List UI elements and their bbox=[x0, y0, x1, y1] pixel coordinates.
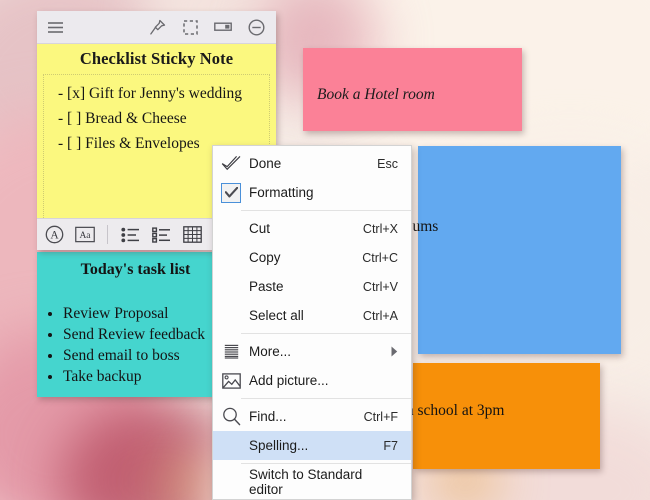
menu-item-add-picture[interactable]: Add picture... bbox=[213, 366, 411, 395]
menu-item-more[interactable]: More... bbox=[213, 337, 411, 366]
teal-task-list: Review Proposal Send Review feedback Sen… bbox=[37, 279, 234, 387]
menu-item-formatting[interactable]: Formatting bbox=[213, 178, 411, 207]
menu-item-done[interactable]: Done Esc bbox=[213, 149, 411, 178]
list-item: Send Review feedback bbox=[63, 324, 234, 345]
checkbox-list-icon[interactable] bbox=[151, 225, 171, 245]
menu-item-spelling[interactable]: Spelling... F7 bbox=[213, 431, 411, 460]
hamburger-icon[interactable] bbox=[45, 17, 65, 37]
menu-item-label: Find... bbox=[249, 409, 287, 424]
sticky-note-blue[interactable]: Stationery Greeting Card Albums Pens 30 … bbox=[298, 146, 621, 354]
menu-item-paste[interactable]: Paste Ctrl+V bbox=[213, 272, 411, 301]
menu-item-label: Paste bbox=[249, 279, 284, 294]
font-icon[interactable]: Aa bbox=[75, 225, 95, 245]
menu-item-accel: Ctrl+A bbox=[362, 308, 398, 323]
dashed-selection-icon[interactable] bbox=[180, 17, 200, 37]
menu-item-accel: Ctrl+F bbox=[363, 409, 398, 424]
teal-note-title: Today's task list bbox=[80, 261, 191, 278]
menu-item-select-all[interactable]: Select all Ctrl+A bbox=[213, 301, 411, 330]
sticky-note-pink[interactable]: Book a Hotel room bbox=[303, 48, 522, 131]
double-check-icon bbox=[213, 155, 249, 172]
menu-separator bbox=[241, 333, 411, 334]
menu-item-label: More... bbox=[249, 344, 292, 359]
toolbar-divider bbox=[107, 225, 108, 244]
font-color-icon[interactable]: A bbox=[44, 225, 64, 245]
pin-icon[interactable] bbox=[147, 17, 167, 37]
checklist-item[interactable]: - [x] Gift for Jenny's wedding bbox=[52, 81, 261, 106]
menu-item-accel: Ctrl+V bbox=[362, 279, 398, 294]
list-item: Take backup bbox=[63, 366, 234, 387]
table-icon[interactable] bbox=[182, 225, 202, 245]
menu-separator bbox=[241, 210, 411, 211]
menu-item-label: Add picture... bbox=[249, 373, 329, 388]
menu-item-accel: Ctrl+C bbox=[362, 250, 398, 265]
menu-item-find[interactable]: Find... Ctrl+F bbox=[213, 402, 411, 431]
menu-item-copy[interactable]: Copy Ctrl+C bbox=[213, 243, 411, 272]
list-item: Review Proposal bbox=[63, 303, 234, 324]
menu-item-accel: F7 bbox=[383, 438, 398, 453]
checkbox-checked-icon bbox=[213, 182, 249, 203]
menu-item-label: Spelling... bbox=[249, 438, 309, 453]
sticky-note-orange[interactable]: Pick up kids from school at 3pm bbox=[303, 363, 600, 469]
list-item: Send email to boss bbox=[63, 345, 234, 366]
menu-item-accel: Ctrl+X bbox=[362, 221, 398, 236]
menu-item-cut[interactable]: Cut Ctrl+X bbox=[213, 214, 411, 243]
wallpaper-blob bbox=[160, 462, 220, 500]
lines-icon bbox=[213, 344, 249, 359]
checklist-item[interactable]: - [ ] Bread & Cheese bbox=[52, 106, 261, 131]
menu-item-label: Cut bbox=[249, 221, 271, 236]
menu-item-switch-editor[interactable]: Switch to Standard editor bbox=[213, 466, 411, 497]
svg-text:Aa: Aa bbox=[79, 231, 91, 241]
page-title: Checklist Sticky Note bbox=[79, 49, 234, 68]
menu-item-label: Select all bbox=[249, 308, 304, 323]
picture-icon bbox=[213, 372, 249, 389]
menu-item-accel: Esc bbox=[377, 156, 398, 171]
menu-item-label: Copy bbox=[249, 250, 281, 265]
menu-separator bbox=[241, 398, 411, 399]
circle-minus-icon[interactable] bbox=[246, 17, 266, 37]
search-icon bbox=[213, 407, 249, 426]
menu-separator bbox=[241, 463, 411, 464]
bulleted-list-icon[interactable] bbox=[120, 225, 140, 245]
svg-text:A: A bbox=[50, 230, 59, 242]
note-titlebar bbox=[37, 11, 276, 44]
menu-item-label: Formatting bbox=[249, 185, 314, 200]
chevron-right-icon bbox=[391, 346, 411, 357]
rollup-bar-icon[interactable] bbox=[213, 17, 233, 37]
menu-item-label: Switch to Standard editor bbox=[249, 466, 363, 497]
menu-item-label: Done bbox=[249, 156, 282, 171]
sticky-note-teal[interactable]: Today's task list Review Proposal Send R… bbox=[37, 252, 234, 397]
context-menu[interactable]: Done Esc Formatting Cut Ctrl+X Copy Ctrl… bbox=[212, 145, 412, 500]
pink-note-text: Book a Hotel room bbox=[317, 86, 435, 103]
